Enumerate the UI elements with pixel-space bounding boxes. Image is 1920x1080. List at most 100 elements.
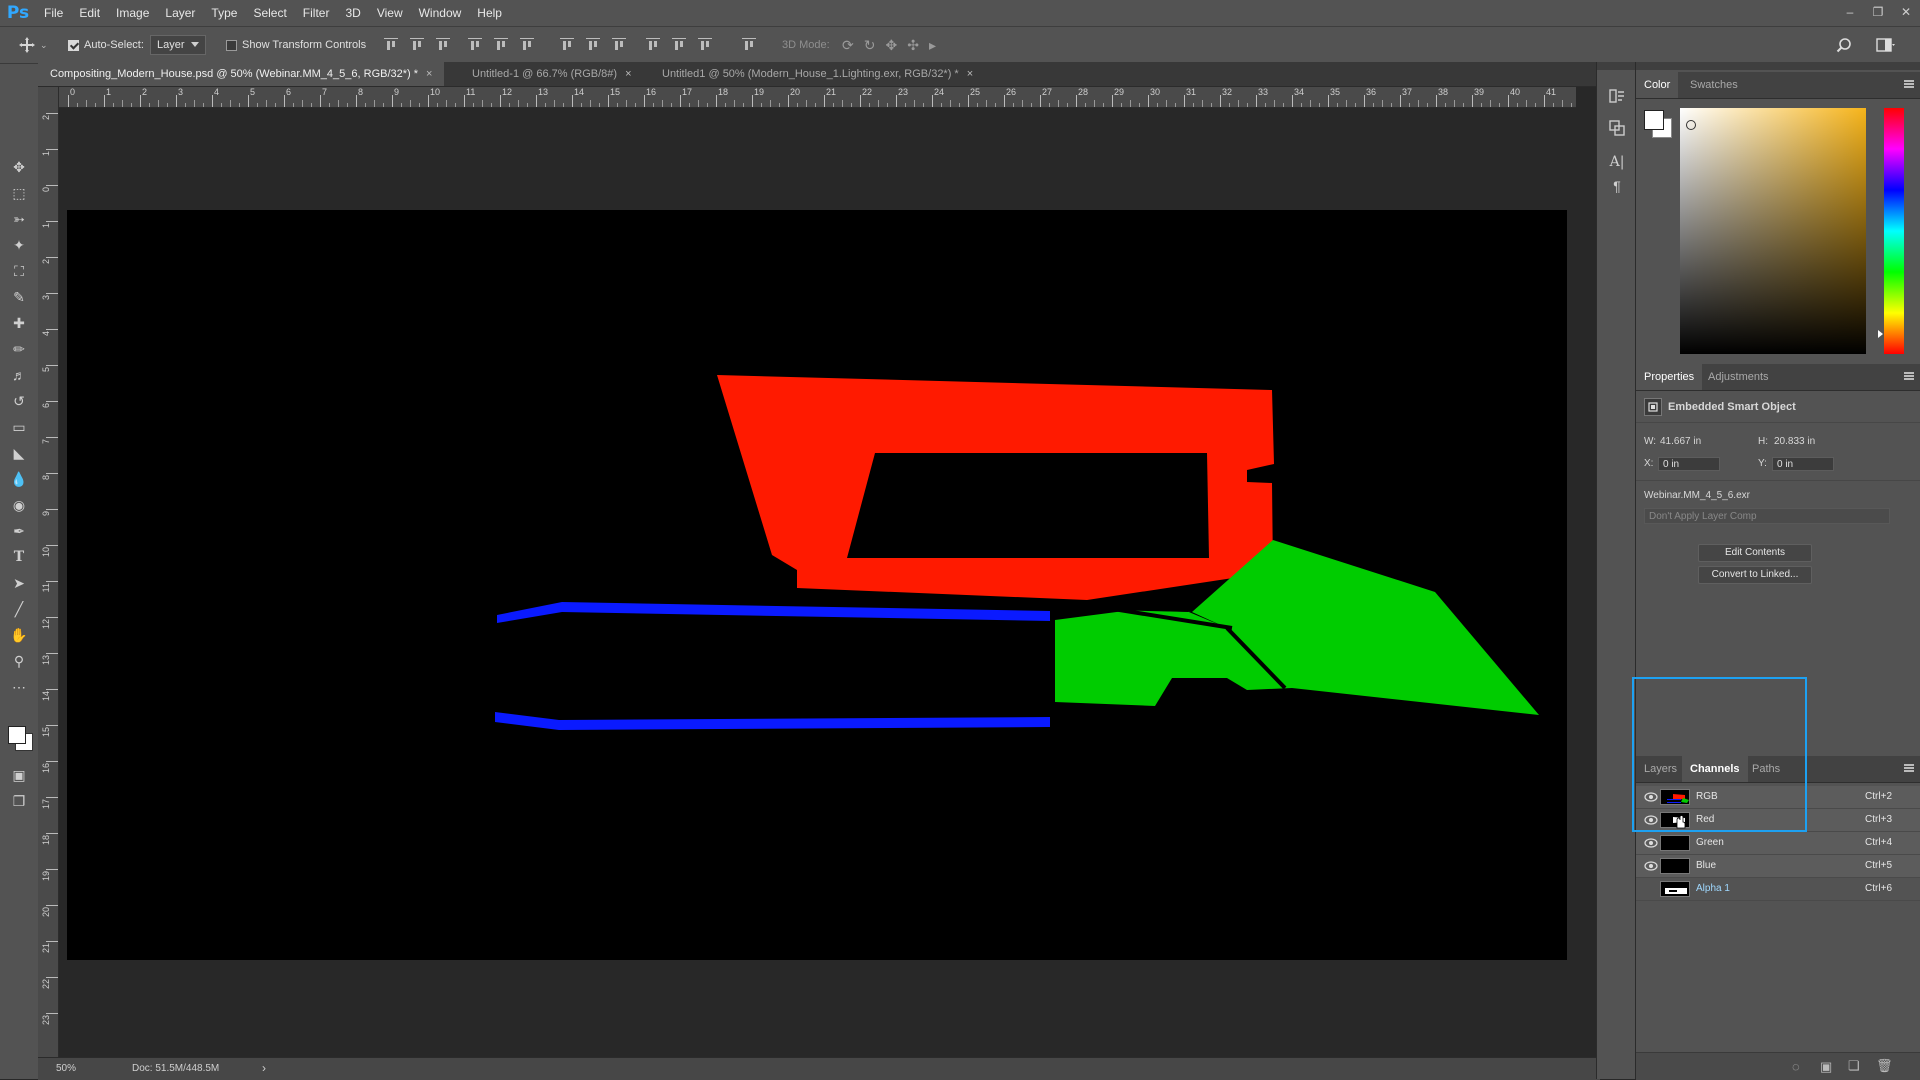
tab-close-icon[interactable]: × <box>426 68 432 80</box>
marquee-icon[interactable]: ⬚ <box>7 182 31 204</box>
y-input[interactable]: 0 in <box>1772 457 1834 471</box>
dodge-icon[interactable]: ◉ <box>7 494 31 516</box>
tab-layers[interactable]: Layers <box>1636 756 1685 782</box>
eye-icon[interactable] <box>1644 838 1658 848</box>
align-icon[interactable] <box>612 38 626 52</box>
tab-untitled1-lighting[interactable]: Untitled1 @ 50% (Modern_House_1.Lighting… <box>650 62 985 86</box>
hue-slider[interactable] <box>1878 108 1904 354</box>
channel-row-green[interactable]: Green Ctrl+4 <box>1636 832 1920 855</box>
panel-menu-icon[interactable] <box>1904 80 1914 88</box>
move-tool-preset[interactable]: ⌄ <box>18 27 48 63</box>
eraser-icon[interactable]: ▭ <box>7 416 31 438</box>
panel-menu-icon[interactable] <box>1904 372 1914 380</box>
stamp-icon[interactable]: ♬ <box>7 364 31 386</box>
channel-row-rgb[interactable]: RGB Ctrl+2 <box>1636 786 1920 809</box>
auto-select-checkbox[interactable]: Auto-Select: <box>68 27 144 63</box>
more-icon[interactable]: ⋯ <box>7 676 31 698</box>
blur-icon[interactable]: 💧 <box>7 468 31 490</box>
path-select-icon[interactable]: ➤ <box>7 572 31 594</box>
3d-slide-icon[interactable]: ✣ <box>907 37 919 54</box>
status-menu-arrow[interactable]: › <box>262 1061 266 1075</box>
x-input[interactable]: 0 in <box>1658 457 1720 471</box>
quick-mask-icon[interactable]: ▣ <box>7 764 31 786</box>
3d-orbit-icon[interactable]: ⟳ <box>842 37 854 54</box>
align-icon[interactable] <box>520 38 534 52</box>
load-selection-icon[interactable]: ◌ <box>1792 1059 1800 1074</box>
color-picker-marker[interactable] <box>1686 120 1696 130</box>
hand-icon[interactable]: ✋ <box>7 624 31 646</box>
align-icon[interactable] <box>646 38 660 52</box>
lasso-icon[interactable]: ➳ <box>7 208 31 230</box>
channel-row-blue[interactable]: Blue Ctrl+5 <box>1636 855 1920 878</box>
workspace-icon[interactable] <box>1876 27 1896 63</box>
foreground-swatch[interactable] <box>8 726 26 744</box>
align-icon[interactable] <box>468 38 482 52</box>
menu-select[interactable]: Select <box>245 0 294 26</box>
restore-icon[interactable]: ❐ <box>1864 0 1892 26</box>
menu-image[interactable]: Image <box>108 0 157 26</box>
dock-collapse-bar[interactable] <box>1597 62 1635 70</box>
tab-adjustments[interactable]: Adjustments <box>1700 364 1777 390</box>
menu-window[interactable]: Window <box>411 0 470 26</box>
type-icon[interactable]: T <box>7 546 31 568</box>
show-transform-checkbox[interactable]: Show Transform Controls <box>226 27 366 63</box>
auto-select-target-dropdown[interactable]: Layer <box>150 35 206 55</box>
paragraph-panel-icon[interactable]: ¶ <box>1607 176 1627 196</box>
align-icon[interactable] <box>698 38 712 52</box>
brush-icon[interactable]: ✏ <box>7 338 31 360</box>
panel-menu-icon[interactable] <box>1904 764 1914 772</box>
menu-help[interactable]: Help <box>469 0 510 26</box>
align-icon[interactable] <box>410 38 424 52</box>
toolbox-color-swatches[interactable] <box>6 722 34 752</box>
move-icon[interactable]: ✥ <box>7 156 31 178</box>
new-channel-icon[interactable]: ❏ <box>1848 1058 1860 1074</box>
bucket-icon[interactable]: ◣ <box>7 442 31 464</box>
align-icon[interactable] <box>494 38 508 52</box>
tab-channels[interactable]: Channels <box>1682 756 1748 782</box>
hue-marker[interactable] <box>1878 330 1883 338</box>
channel-row-red[interactable]: Red Ctrl+3 <box>1636 809 1920 832</box>
menu-filter[interactable]: Filter <box>295 0 338 26</box>
zoom-icon[interactable]: ⚲ <box>7 650 31 672</box>
tab-properties[interactable]: Properties <box>1636 364 1703 390</box>
search-icon[interactable] <box>1836 27 1852 63</box>
menu-type[interactable]: Type <box>203 0 245 26</box>
3d-scale-icon[interactable]: ▸ <box>929 37 936 54</box>
tab-close-icon[interactable]: × <box>967 68 973 80</box>
screen-mode-icon[interactable]: ❐ <box>7 790 31 812</box>
3d-roll-icon[interactable]: ↻ <box>864 37 876 54</box>
save-selection-icon[interactable]: ▣ <box>1820 1059 1832 1075</box>
align-icon[interactable] <box>384 38 398 52</box>
tab-paths[interactable]: Paths <box>1744 756 1788 782</box>
healing-icon[interactable]: ✚ <box>7 312 31 334</box>
eye-icon[interactable] <box>1644 792 1658 802</box>
minimize-icon[interactable]: – <box>1836 0 1864 26</box>
align-icon[interactable] <box>586 38 600 52</box>
menu-file[interactable]: File <box>36 0 71 26</box>
align-icon[interactable] <box>672 38 686 52</box>
character-panel-icon[interactable]: A| <box>1607 152 1627 172</box>
crop-icon[interactable]: ⛶ <box>7 260 31 282</box>
color-field[interactable] <box>1680 108 1866 354</box>
3d-pan-icon[interactable]: ✥ <box>885 37 897 54</box>
document-canvas[interactable] <box>67 210 1567 960</box>
menu-3d[interactable]: 3D <box>337 0 368 26</box>
eyedropper-icon[interactable]: ✎ <box>7 286 31 308</box>
pen-icon[interactable]: ✒ <box>7 520 31 542</box>
tab-swatches[interactable]: Swatches <box>1682 72 1746 98</box>
close-window-icon[interactable]: ✕ <box>1892 0 1920 26</box>
align-icon[interactable] <box>560 38 574 52</box>
history-panel-icon[interactable] <box>1607 86 1627 106</box>
layer-comp-dropdown[interactable]: Don't Apply Layer Comp <box>1644 508 1890 524</box>
align-icon[interactable] <box>742 38 756 52</box>
align-icon[interactable] <box>436 38 450 52</box>
menu-view[interactable]: View <box>369 0 411 26</box>
delete-channel-icon[interactable]: 🗑 <box>1876 1058 1893 1074</box>
eye-icon[interactable] <box>1644 815 1658 825</box>
foreground-swatch[interactable] <box>1644 110 1664 130</box>
clone-source-icon[interactable] <box>1607 118 1627 138</box>
panel-collapse-bar[interactable] <box>1636 62 1920 70</box>
line-icon[interactable]: ╱ <box>7 598 31 620</box>
history-brush-icon[interactable]: ↺ <box>7 390 31 412</box>
tab-color[interactable]: Color <box>1636 72 1679 98</box>
